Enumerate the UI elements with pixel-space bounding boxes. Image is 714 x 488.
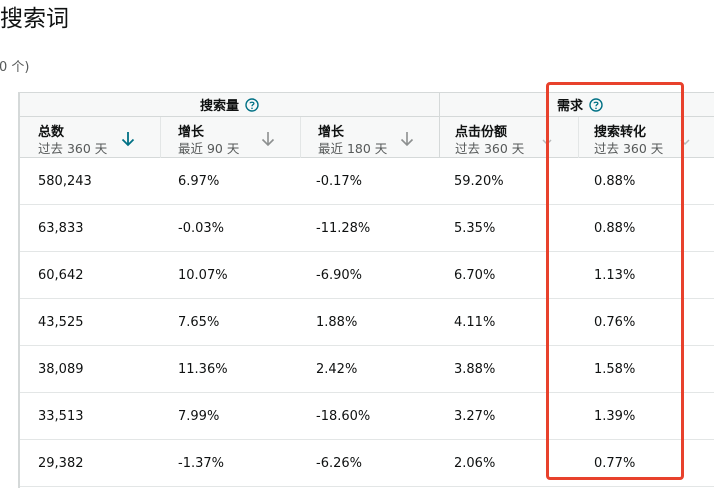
column-header-search-conversion[interactable]: 搜索转化 过去 360 天: [578, 117, 714, 158]
cell-growth-180: -18.60%: [316, 409, 371, 424]
cell-search-conversion: 0.77%: [594, 456, 636, 471]
question-circle-icon[interactable]: [589, 97, 603, 112]
table-row: 60,642 10.07% -6.90% 6.70% 1.13%: [20, 252, 714, 299]
cell-growth-90: 10.07%: [178, 268, 228, 283]
cell-total: 29,382: [38, 456, 84, 471]
question-circle-icon[interactable]: [245, 97, 259, 112]
column-header-total[interactable]: 总数 过去 360 天: [20, 117, 160, 158]
table-row: 38,089 11.36% 2.42% 3.88% 1.58%: [20, 346, 714, 393]
table-row: 33,513 7.99% -18.60% 3.27% 1.39%: [20, 393, 714, 440]
result-count: 0 个): [0, 60, 30, 75]
cell-growth-90: 7.99%: [178, 409, 220, 424]
column-subtitle: 过去 360 天: [594, 141, 664, 156]
cell-growth-90: -0.03%: [178, 221, 224, 236]
table-row: 63,833 -0.03% -11.28% 5.35% 0.88%: [20, 205, 714, 252]
cell-total: 33,513: [38, 409, 84, 424]
column-divider: [578, 117, 579, 158]
group-header-search-volume: 搜索量: [20, 92, 439, 117]
cell-click-share: 2.06%: [454, 456, 496, 471]
cell-search-conversion: 0.76%: [594, 315, 636, 330]
cell-click-share: 59.20%: [454, 174, 504, 189]
cell-growth-180: -6.90%: [316, 268, 362, 283]
cell-growth-180: -0.17%: [316, 174, 362, 189]
page-title: 搜索词: [0, 6, 69, 32]
column-divider: [300, 117, 301, 158]
chevron-down-icon[interactable]: [540, 133, 554, 149]
cell-total: 63,833: [38, 221, 84, 236]
cell-click-share: 3.27%: [454, 409, 496, 424]
column-subtitle: 过去 360 天: [38, 141, 108, 156]
cell-growth-90: 11.36%: [178, 362, 228, 377]
cell-total: 60,642: [38, 268, 84, 283]
search-terms-table: 搜索量 需求 总数 过去 360 天 增长 最近 90 天 增长 最近 180 …: [0, 92, 714, 488]
table-row: 43,525 7.65% 1.88% 4.11% 0.76%: [20, 299, 714, 346]
cell-search-conversion: 0.88%: [594, 221, 636, 236]
group-title-search-volume: 搜索量: [199, 99, 239, 114]
column-header-click-share[interactable]: 点击份额 过去 360 天: [439, 117, 578, 158]
column-subtitle: 最近 90 天: [178, 141, 240, 156]
sort-arrow-down-icon[interactable]: [121, 131, 135, 147]
group-header-demand: 需求: [439, 92, 714, 117]
cell-click-share: 3.88%: [454, 362, 496, 377]
sort-arrow-down-icon[interactable]: [400, 131, 414, 147]
cell-search-conversion: 1.13%: [594, 268, 636, 283]
cell-growth-180: 1.88%: [316, 315, 358, 330]
cell-click-share: 6.70%: [454, 268, 496, 283]
group-title-demand: 需求: [557, 99, 584, 114]
sort-arrow-down-icon[interactable]: [261, 131, 275, 147]
column-divider: [160, 117, 161, 158]
cell-total: 43,525: [38, 315, 84, 330]
cell-growth-180: 2.42%: [316, 362, 358, 377]
cell-click-share: 4.11%: [454, 315, 496, 330]
cell-growth-180: -6.26%: [316, 456, 362, 471]
column-subtitle: 过去 360 天: [455, 141, 525, 156]
cell-growth-90: 6.97%: [178, 174, 220, 189]
cell-search-conversion: 1.58%: [594, 362, 636, 377]
cell-total: 38,089: [38, 362, 84, 377]
cell-growth-180: -11.28%: [316, 221, 371, 236]
cell-click-share: 5.35%: [454, 221, 496, 236]
column-header-growth-180[interactable]: 增长 最近 180 天: [300, 117, 439, 158]
column-header-growth-90[interactable]: 增长 最近 90 天: [160, 117, 300, 158]
table-left-gutter: [0, 92, 20, 488]
cell-search-conversion: 0.88%: [594, 174, 636, 189]
chevron-down-icon[interactable]: [678, 133, 692, 149]
cell-search-conversion: 1.39%: [594, 409, 636, 424]
table-row: 29,382 -1.37% -6.26% 2.06% 0.77%: [20, 440, 714, 487]
cell-growth-90: 7.65%: [178, 315, 220, 330]
cell-growth-90: -1.37%: [178, 456, 224, 471]
cell-total: 580,243: [38, 174, 92, 189]
column-subtitle: 最近 180 天: [318, 141, 388, 156]
table-row: 580,243 6.97% -0.17% 59.20% 0.88%: [20, 158, 714, 205]
